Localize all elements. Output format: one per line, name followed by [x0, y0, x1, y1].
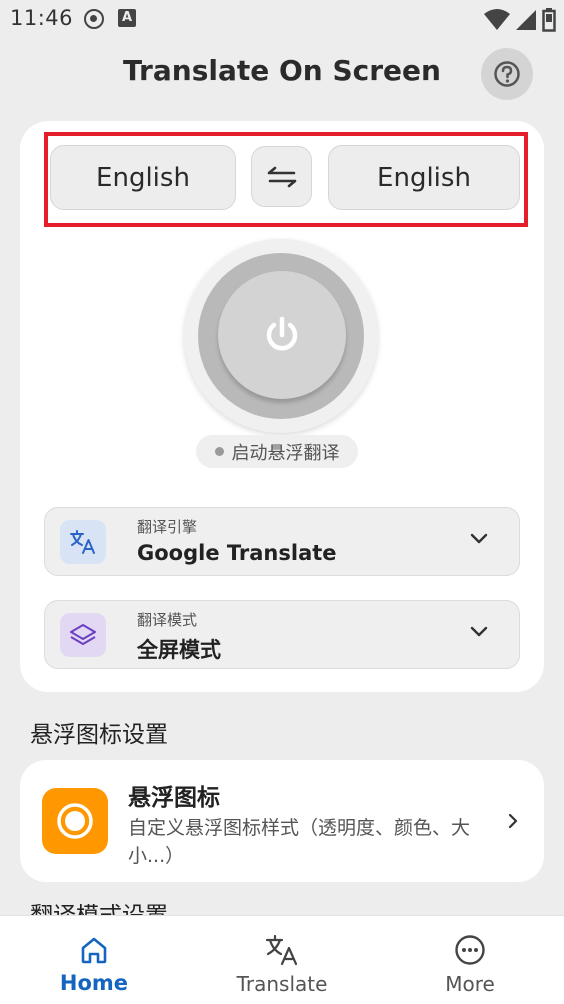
more-icon	[455, 935, 485, 965]
floating-icon-description: 自定义悬浮图标样式（透明度、颜色、大小...）	[128, 817, 471, 867]
nav-translate[interactable]: Translate	[188, 916, 376, 1004]
translate-icon	[265, 934, 298, 966]
status-right-icons	[484, 8, 556, 32]
source-language-button[interactable]: English	[50, 145, 236, 210]
status-dot	[214, 447, 224, 456]
nav-more[interactable]: More	[376, 916, 564, 1004]
layers-icon	[70, 624, 96, 645]
sync-icon	[84, 9, 104, 29]
floating-icon-preview	[42, 788, 108, 854]
chevron-right-icon	[508, 813, 518, 829]
floating-icon-settings-card[interactable]: 悬浮图标 自定义悬浮图标样式（透明度、颜色、大小...）	[20, 760, 544, 882]
status-badge: 启动悬浮翻译	[196, 435, 358, 468]
engine-caption: 翻译引擎	[137, 518, 198, 536]
nav-home[interactable]: Home	[0, 916, 188, 1004]
engine-icon-box	[60, 520, 106, 564]
nav-translate-label: Translate	[236, 972, 328, 996]
wifi-icon	[484, 9, 510, 30]
circle-icon	[57, 803, 93, 839]
mode-select[interactable]: 翻译模式 全屏模式	[44, 600, 520, 669]
floating-icon-title: 悬浮图标	[128, 785, 220, 811]
nav-home-label: Home	[59, 971, 129, 995]
swap-icon	[267, 166, 296, 187]
bottom-navigation: Home Translate More	[0, 915, 564, 1004]
target-language-button[interactable]: English	[328, 145, 520, 210]
chevron-down-icon	[470, 533, 488, 544]
battery-icon	[542, 8, 556, 32]
status-time: 11:46	[10, 6, 74, 30]
mode-value: 全屏模式	[137, 638, 221, 662]
engine-select[interactable]: 翻译引擎 Google Translate	[44, 507, 520, 576]
power-icon	[266, 316, 298, 351]
status-bar: 11:46 A	[0, 0, 564, 40]
power-ring	[198, 253, 364, 419]
power-button[interactable]	[218, 271, 346, 399]
font-icon: A	[118, 9, 136, 27]
chevron-down-icon	[470, 626, 488, 637]
help-button[interactable]	[481, 48, 533, 100]
translator-card: English English 启动悬浮翻译 翻译引擎 Google Trans…	[20, 121, 544, 692]
home-icon	[81, 937, 107, 964]
engine-value: Google Translate	[137, 541, 337, 565]
power-button-container	[184, 239, 378, 433]
help-icon	[494, 61, 520, 87]
nav-more-label: More	[445, 972, 495, 996]
signal-icon	[516, 10, 536, 30]
swap-languages-button[interactable]	[251, 146, 312, 207]
page-title: Translate On Screen	[123, 54, 441, 87]
floating-icon-section-title: 悬浮图标设置	[30, 722, 168, 748]
mode-icon-box	[60, 613, 106, 657]
status-text: 启动悬浮翻译	[231, 442, 340, 464]
mode-caption: 翻译模式	[137, 611, 198, 629]
translate-icon	[70, 530, 95, 554]
